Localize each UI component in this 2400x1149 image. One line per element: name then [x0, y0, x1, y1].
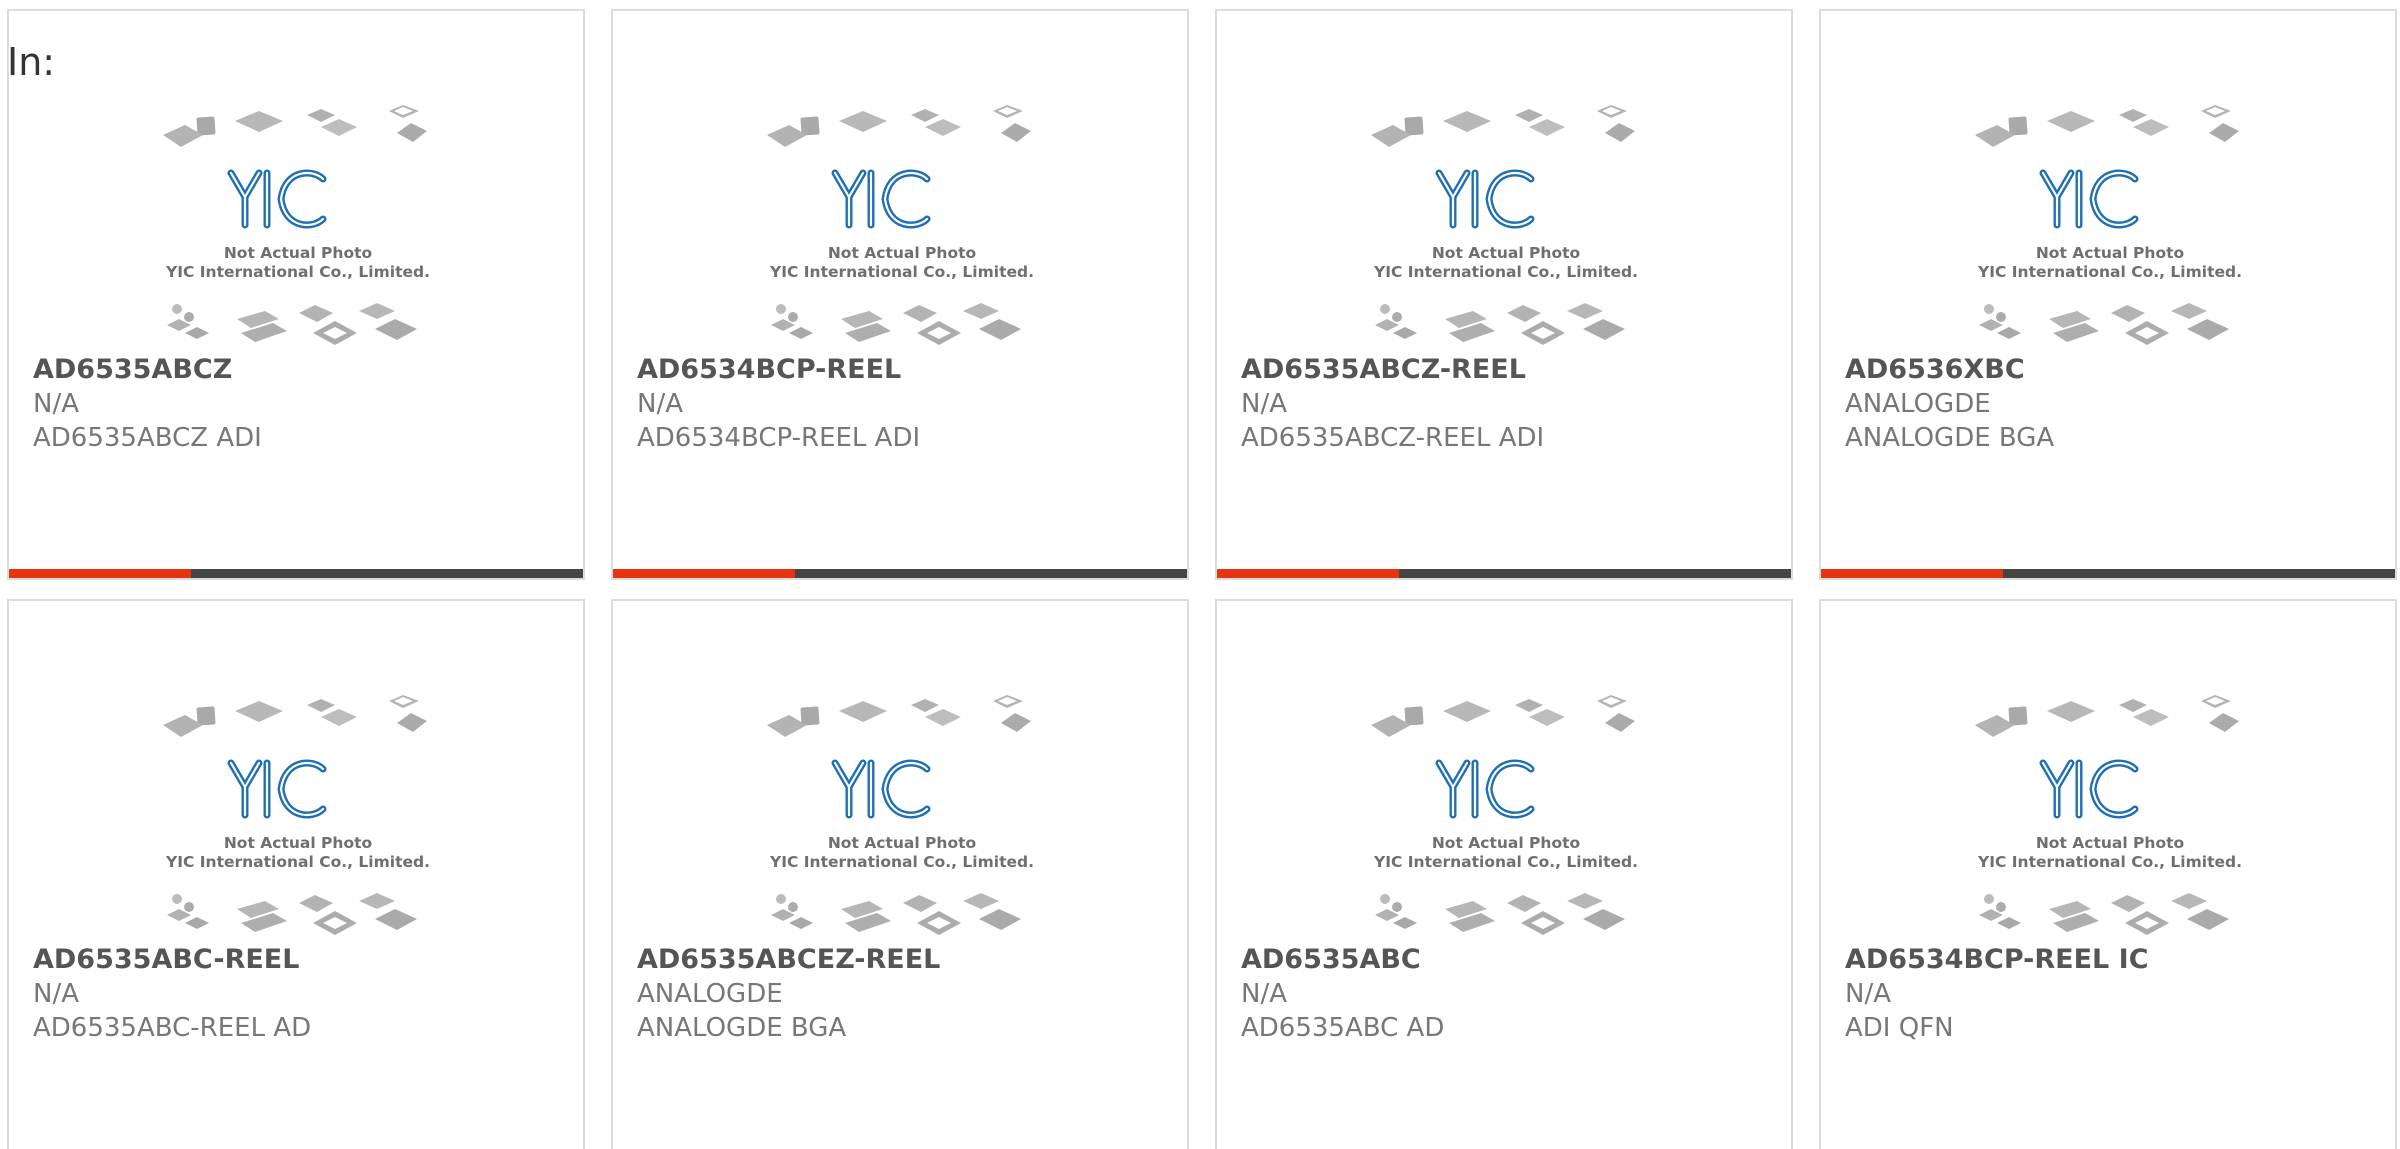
placeholder-caption-line1: Not Actual Photo	[2036, 244, 2184, 262]
placeholder-caption-line1: Not Actual Photo	[224, 834, 372, 852]
product-description: AD6535ABC AD	[1241, 1013, 1445, 1043]
placeholder-caption-line1: Not Actual Photo	[828, 244, 976, 262]
product-manufacturer: N/A	[1241, 389, 1287, 419]
placeholder-caption-line1: Not Actual Photo	[224, 244, 372, 262]
product-info: AD6535ABCZ N/A AD6535ABCZ ADI	[33, 353, 573, 455]
product-placeholder-image[interactable]: Not Actual Photo YIC International Co., …	[767, 97, 1037, 353]
product-part-number[interactable]: AD6535ABCZ	[33, 353, 573, 387]
product-manufacturer: N/A	[1845, 979, 1891, 1009]
product-manufacturer: ANALOGDE	[637, 979, 783, 1009]
placeholder-caption-line2: YIC International Co., Limited.	[165, 853, 430, 871]
product-placeholder-image[interactable]: Not Actual Photo YIC International Co., …	[767, 687, 1037, 943]
product-placeholder-image[interactable]: Not Actual Photo YIC International Co., …	[1371, 687, 1641, 943]
product-card[interactable]: Not Actual Photo YIC International Co., …	[1215, 9, 1793, 580]
product-card[interactable]: Not Actual Photo YIC International Co., …	[611, 599, 1189, 1149]
product-description: AD6535ABCZ-REEL ADI	[1241, 423, 1545, 453]
placeholder-caption-line2: YIC International Co., Limited.	[165, 263, 430, 281]
card-accent-bar	[9, 569, 191, 578]
product-part-number[interactable]: AD6535ABCEZ-REEL	[637, 943, 1177, 977]
product-description: AD6535ABC-REEL AD	[33, 1013, 312, 1043]
product-manufacturer: N/A	[33, 979, 79, 1009]
product-placeholder-image[interactable]: Not Actual Photo YIC International Co., …	[163, 687, 433, 943]
placeholder-caption-line1: Not Actual Photo	[1432, 834, 1580, 852]
product-info: AD6535ABCEZ-REEL ANALOGDE ANALOGDE BGA	[637, 943, 1177, 1045]
product-card[interactable]: Not Actual Photo YIC International Co., …	[611, 9, 1189, 580]
product-info: AD6535ABCZ-REEL N/A AD6535ABCZ-REEL ADI	[1241, 353, 1781, 455]
product-description: ANALOGDE BGA	[637, 1013, 847, 1043]
placeholder-caption-line2: YIC International Co., Limited.	[1977, 853, 2242, 871]
product-manufacturer: N/A	[637, 389, 683, 419]
card-accent-bar	[1217, 569, 1399, 578]
placeholder-caption-line1: Not Actual Photo	[1432, 244, 1580, 262]
placeholder-caption-line2: YIC International Co., Limited.	[1977, 263, 2242, 281]
placeholder-caption-line1: Not Actual Photo	[828, 834, 976, 852]
product-placeholder-image[interactable]: Not Actual Photo YIC International Co., …	[1975, 687, 2245, 943]
product-part-number[interactable]: AD6535ABCZ-REEL	[1241, 353, 1781, 387]
product-part-number[interactable]: AD6534BCP-REEL IC	[1845, 943, 2385, 977]
product-description: AD6534BCP-REEL ADI	[637, 423, 921, 453]
card-accent-bar	[613, 569, 795, 578]
product-info: AD6536XBC ANALOGDE ANALOGDE BGA	[1845, 353, 2385, 455]
product-info: AD6535ABC N/A AD6535ABC AD	[1241, 943, 1781, 1045]
product-card[interactable]: Not Actual Photo YIC International Co., …	[7, 9, 585, 580]
product-placeholder-image[interactable]: Not Actual Photo YIC International Co., …	[163, 97, 433, 353]
card-bottom-bar	[613, 569, 1187, 578]
product-manufacturer: N/A	[33, 389, 79, 419]
product-info: AD6535ABC-REEL N/A AD6535ABC-REEL AD	[33, 943, 573, 1045]
product-part-number[interactable]: AD6535ABC-REEL	[33, 943, 573, 977]
product-manufacturer: ANALOGDE	[1845, 389, 1991, 419]
card-bottom-bar	[1217, 569, 1791, 578]
card-accent-bar	[1821, 569, 2003, 578]
placeholder-caption-line2: YIC International Co., Limited.	[769, 853, 1034, 871]
product-part-number[interactable]: AD6536XBC	[1845, 353, 2385, 387]
product-card[interactable]: Not Actual Photo YIC International Co., …	[1819, 599, 2397, 1149]
card-bottom-bar	[9, 569, 583, 578]
product-grid-page: In: Not Actual Photo YIC International C…	[0, 0, 2400, 1149]
card-bottom-bar	[1821, 569, 2395, 578]
product-card[interactable]: Not Actual Photo YIC International Co., …	[1215, 599, 1793, 1149]
product-part-number[interactable]: AD6534BCP-REEL	[637, 353, 1177, 387]
product-info: AD6534BCP-REEL IC N/A ADI QFN	[1845, 943, 2385, 1045]
placeholder-caption-line2: YIC International Co., Limited.	[769, 263, 1034, 281]
product-card[interactable]: Not Actual Photo YIC International Co., …	[7, 599, 585, 1149]
placeholder-caption-line2: YIC International Co., Limited.	[1373, 853, 1638, 871]
product-description: AD6535ABCZ ADI	[33, 423, 262, 453]
product-part-number[interactable]: AD6535ABC	[1241, 943, 1781, 977]
product-card[interactable]: Not Actual Photo YIC International Co., …	[1819, 9, 2397, 580]
product-manufacturer: N/A	[1241, 979, 1287, 1009]
filter-prefix-label: In:	[7, 40, 56, 84]
product-description: ANALOGDE BGA	[1845, 423, 2055, 453]
product-info: AD6534BCP-REEL N/A AD6534BCP-REEL ADI	[637, 353, 1177, 455]
placeholder-caption-line1: Not Actual Photo	[2036, 834, 2184, 852]
product-description: ADI QFN	[1845, 1013, 1954, 1043]
placeholder-caption-line2: YIC International Co., Limited.	[1373, 263, 1638, 281]
product-placeholder-image[interactable]: Not Actual Photo YIC International Co., …	[1371, 97, 1641, 353]
product-placeholder-image[interactable]: Not Actual Photo YIC International Co., …	[1975, 97, 2245, 353]
